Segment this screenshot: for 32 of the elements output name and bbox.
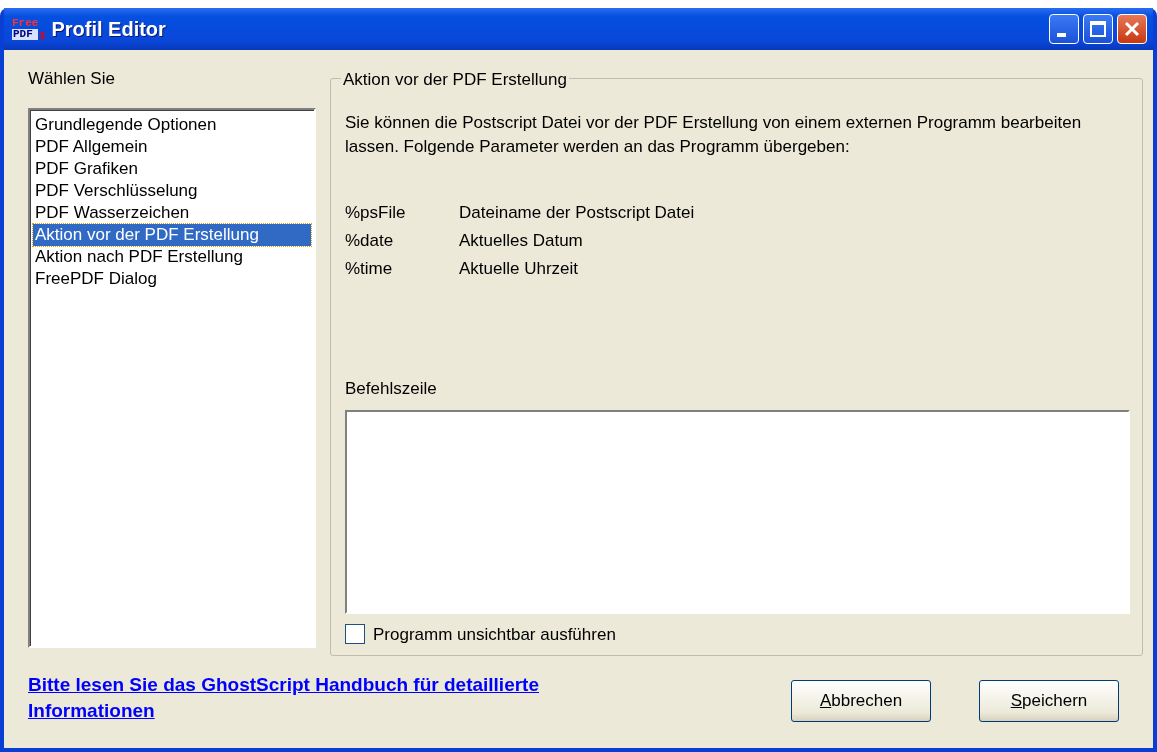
dialog-button[interactable]: Abbrechen bbox=[791, 680, 931, 722]
window-title: Profil Editor bbox=[51, 17, 166, 42]
close-button[interactable] bbox=[1117, 14, 1147, 44]
list-item[interactable]: Aktion nach PDF Erstellung bbox=[33, 245, 311, 268]
parameter-description: Dateiname der Postscript Datei bbox=[459, 202, 695, 224]
help-link[interactable]: Bitte lesen Sie das GhostScript Handbuch für detaillierte Informationen bbox=[28, 672, 668, 724]
parameter-name: %time bbox=[345, 258, 394, 280]
parameter-name: %psFile bbox=[345, 202, 407, 224]
parameter-description: Aktuelles Datum bbox=[459, 230, 583, 252]
parameter-name: %date bbox=[345, 230, 395, 252]
options-list[interactable]: Grundlegende Optionen PDF Allgemein PDF Grafiken PDF Verschlüsselung PDF Wasserzeichen Aktion vor der PDF Erstellung Aktion nach PDF Erstellung FreePDF Dialog bbox=[28, 107, 316, 648]
list-item[interactable]: Aktion vor der PDF Erstellung bbox=[33, 223, 311, 246]
command-field[interactable] bbox=[345, 409, 1130, 614]
field-label: Befehlszeile bbox=[345, 378, 438, 400]
parameter-description: Aktuelle Uhrzeit bbox=[459, 258, 579, 280]
description-text: Sie können die Postscript Datei vor der PDF Erstellung von einem externen Programm bearbeiten lassen. Folgende Parameter werden an das Programm übergeben: bbox=[345, 112, 1083, 158]
list-label: Wählen Sie bbox=[28, 68, 116, 90]
list-item[interactable]: Grundlegende Optionen bbox=[33, 113, 311, 136]
app-logo: Free PDF 3 bbox=[12, 18, 46, 40]
list-item[interactable]: FreePDF Dialog bbox=[33, 267, 311, 290]
minimize-icon bbox=[1056, 33, 1066, 37]
checkbox[interactable] bbox=[345, 624, 365, 645]
dialog-button[interactable]: Speichern bbox=[979, 680, 1119, 722]
checkbox-label: Programm unsichtbar ausführen bbox=[373, 623, 616, 646]
maximize-icon bbox=[1089, 20, 1107, 38]
close-icon bbox=[1123, 20, 1141, 38]
minimize-button[interactable] bbox=[1049, 14, 1079, 44]
list-item[interactable]: PDF Verschlüsselung bbox=[33, 179, 311, 202]
list-item[interactable]: PDF Grafiken bbox=[33, 157, 311, 180]
list-item[interactable]: PDF Wasserzeichen bbox=[33, 201, 311, 224]
list-item[interactable]: PDF Allgemein bbox=[33, 135, 311, 158]
maximize-button[interactable] bbox=[1083, 14, 1113, 44]
